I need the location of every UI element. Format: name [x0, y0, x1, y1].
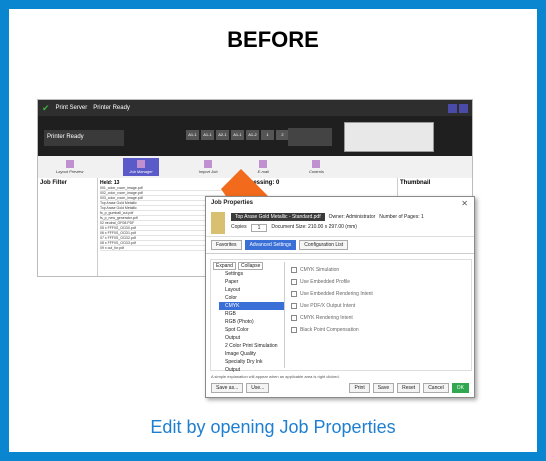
reset-button[interactable]: Reset — [397, 383, 421, 393]
tab-favorites[interactable]: Favorites — [211, 240, 242, 250]
job-properties-dialog: Job Properties ✕ Top Arase Gold Metallic… — [205, 196, 475, 398]
app-status: Printer Ready — [93, 105, 130, 111]
tree-item[interactable]: Image Quality — [219, 350, 284, 358]
checkbox[interactable] — [291, 267, 297, 273]
tree-item[interactable]: Paper — [219, 278, 284, 286]
thumbnail-title: Thumbnail — [400, 180, 431, 186]
save-button[interactable]: Save — [372, 383, 395, 393]
tab-advanced-settings[interactable]: Advanced Settings — [244, 240, 297, 250]
menu-import-job[interactable]: Import Job — [199, 160, 218, 174]
window-buttons[interactable] — [448, 103, 468, 113]
tree-item[interactable]: Settings — [219, 270, 284, 278]
setting-label: Black Point Compensation — [300, 327, 359, 333]
checkbox[interactable] — [291, 315, 297, 321]
dialog-footer: Save as... Use... Print Save Reset Cance… — [211, 383, 469, 393]
app-title: Print Server — [55, 105, 88, 111]
print-button[interactable]: Print — [349, 383, 370, 393]
job-filter-pane: Job Filter — [38, 178, 98, 276]
settings-body: Expand Collapse Settings Paper Layout Color… — [210, 259, 472, 373]
before-heading: BEFORE — [227, 27, 319, 52]
ink-level-indicator — [288, 128, 332, 146]
expand-button[interactable]: Expand — [213, 262, 236, 270]
setting-option[interactable]: Use PDF/X Output Intent — [291, 300, 467, 312]
dialog-title: Job Properties ✕ — [211, 199, 468, 208]
file-name: Top Arase Gold Metallic - Standard.pdf — [231, 213, 325, 221]
setting-option[interactable]: Use Embedded Rendering Intent — [291, 288, 467, 300]
document-size: Document Size: 210.00 x 297.00 (mm) — [271, 224, 357, 230]
printer-status: Printer Ready — [44, 130, 124, 146]
file-info: Top Arase Gold Metallic - Standard.pdf O… — [206, 209, 474, 237]
save-as-button[interactable]: Save as... — [211, 383, 244, 393]
caption: Edit by opening Job Properties — [150, 417, 396, 437]
pages-text: Number of Pages: 1 — [379, 214, 424, 220]
tray-indicators: A1-1A1-1A2-1A1-1A1-212T1 — [186, 130, 304, 140]
checkmark-icon: ✔ — [42, 102, 50, 113]
tree-item[interactable]: Color — [219, 294, 284, 302]
dialog-tabs: Favorites Advanced Settings Configuratio… — [206, 237, 474, 254]
setting-label: Use Embedded Profile — [300, 279, 351, 285]
tab-configuration-list[interactable]: Configuration List — [299, 240, 349, 250]
tree-item[interactable]: Output — [219, 366, 284, 374]
tree-item[interactable]: CMYK — [219, 302, 284, 310]
collapse-button[interactable]: Collapse — [237, 262, 264, 270]
setting-option[interactable]: Use Embedded Profile — [291, 276, 467, 288]
printer-machine-image — [344, 122, 434, 152]
slide-content: BEFORE ✔ Print Server Printer Ready Prin… — [9, 9, 537, 452]
color-settings: CMYK Simulation Use Embedded Profile Use E… — [291, 264, 467, 336]
menu-layout-preview[interactable]: Layout Preview — [56, 160, 83, 174]
owner-text: Owner: Administrator — [328, 214, 376, 220]
setting-option[interactable]: CMYK Simulation — [291, 264, 467, 276]
ok-button[interactable]: OK — [451, 383, 469, 393]
printer-panel: Printer Ready A1-1A1-1A2-1A1-1A1-212T1 — [38, 116, 472, 156]
checkbox[interactable] — [291, 327, 297, 333]
tree-item[interactable]: Layout — [219, 286, 284, 294]
setting-label: Use Embedded Rendering Intent — [300, 291, 373, 297]
checkbox[interactable] — [291, 279, 297, 285]
setting-label: CMYK Simulation — [300, 267, 340, 273]
checkbox[interactable] — [291, 291, 297, 297]
tree-item[interactable]: Specialty Dry Ink — [219, 358, 284, 366]
use-button[interactable]: Use... — [246, 383, 270, 393]
help-note: A simple explanation will appear when an… — [211, 374, 340, 379]
tree-item[interactable]: RGB (Photo) — [219, 318, 284, 326]
cancel-button[interactable]: Cancel — [423, 383, 449, 393]
tree-item[interactable]: Spot Color — [219, 326, 284, 334]
settings-tree: Expand Collapse Settings Paper Layout Color… — [213, 262, 285, 373]
tree-item[interactable]: 2 Color Print Simulation — [219, 342, 284, 350]
setting-option[interactable]: CMYK Rendering Intent — [291, 312, 467, 324]
setting-option[interactable]: Black Point Compensation — [291, 324, 467, 336]
menu-job-manager[interactable]: Job Manager — [123, 158, 159, 176]
document-icon — [211, 211, 225, 234]
tree-item[interactable]: Output — [219, 334, 284, 342]
copies-input[interactable]: 1 — [250, 224, 268, 232]
close-icon[interactable]: ✕ — [461, 199, 468, 208]
slide-frame: BEFORE ✔ Print Server Printer Ready Prin… — [0, 0, 546, 461]
app-titlebar: ✔ Print Server Printer Ready — [38, 100, 472, 116]
tree-item[interactable]: RGB — [219, 310, 284, 318]
setting-label: Use PDF/X Output Intent — [300, 303, 356, 309]
job-filter-title: Job Filter — [40, 180, 68, 186]
copies-label: Copies — [231, 224, 247, 230]
setting-label: CMYK Rendering Intent — [300, 315, 353, 321]
checkbox[interactable] — [291, 303, 297, 309]
